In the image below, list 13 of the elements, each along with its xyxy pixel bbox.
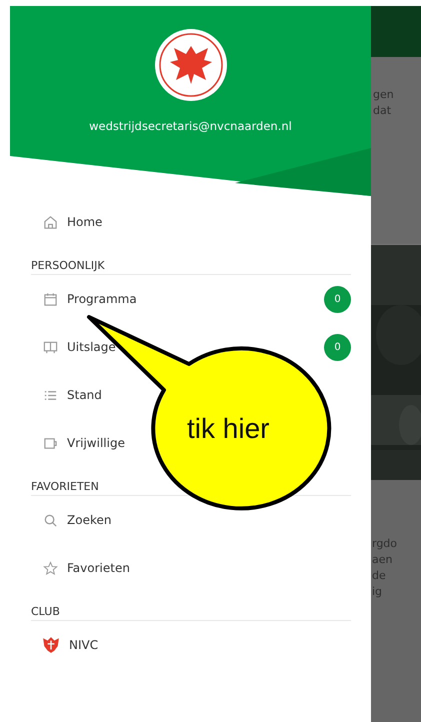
section-header: FAVORIETEN bbox=[31, 479, 100, 495]
card-text: de bbox=[372, 568, 387, 584]
account-email: wedstrijdsecretaris@nvcnaarden.nl bbox=[89, 119, 292, 133]
callout-text: tik hier bbox=[187, 413, 270, 445]
count-badge: 0 bbox=[324, 286, 351, 312]
card-text: aen bbox=[372, 552, 394, 568]
card-text: gen bbox=[373, 87, 395, 103]
card-text: rgdo bbox=[372, 536, 398, 552]
section-header: PERSOONLIJK bbox=[31, 258, 106, 274]
count-badge: 0 bbox=[324, 334, 351, 360]
card-text: dat bbox=[373, 103, 392, 119]
section-header: CLUB bbox=[31, 604, 61, 620]
card-text: ig bbox=[372, 584, 384, 600]
